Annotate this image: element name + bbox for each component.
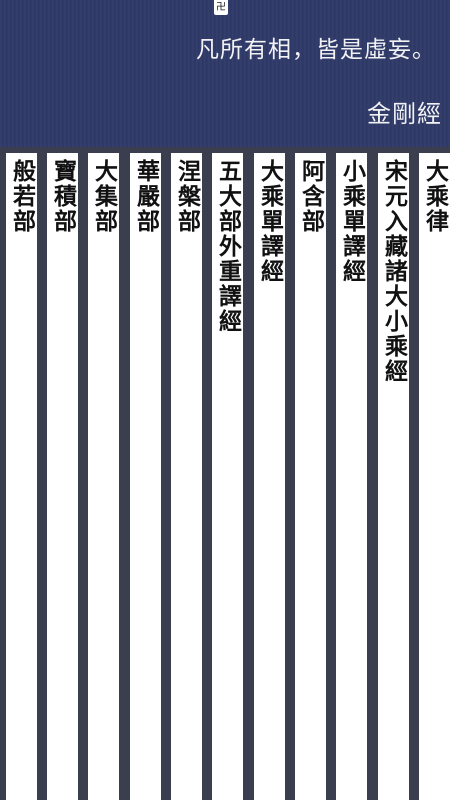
category-strip-daji[interactable]: 大集部: [88, 153, 119, 800]
category-label: 大乘律: [421, 159, 449, 234]
category-strip-wudabu[interactable]: 五大部外重譯經: [212, 153, 243, 800]
swastika-seal-icon: 卍: [214, 0, 228, 15]
category-strip-niepan[interactable]: 涅槃部: [171, 153, 202, 800]
category-strip-baoji[interactable]: 寶積部: [47, 153, 78, 800]
category-label: 涅槃部: [173, 159, 201, 234]
category-label: 阿含部: [297, 159, 325, 234]
category-label: 大集部: [90, 159, 118, 234]
quote-text: 凡所有相，皆是虛妄。: [196, 37, 436, 63]
category-strip-xiaocheng-danyi[interactable]: 小乘單譯經: [336, 153, 367, 800]
category-label: 五大部外重譯經: [214, 159, 242, 334]
category-strip-dacheng-lu[interactable]: 大乘律: [419, 153, 450, 800]
category-label: 宋元入藏諸大小乘經: [380, 159, 408, 384]
category-strip-huayan[interactable]: 華嚴部: [130, 153, 161, 800]
category-label: 小乘單譯經: [338, 159, 366, 284]
category-strip-dacheng-danyi[interactable]: 大乘單譯經: [254, 153, 285, 800]
category-label: 般若部: [8, 159, 36, 234]
quote-source: 金剛經: [367, 100, 442, 128]
category-strip-bore[interactable]: 般若部: [6, 153, 37, 800]
category-strip-song-yuan[interactable]: 宋元入藏諸大小乘經: [378, 153, 409, 800]
category-strip-ahan[interactable]: 阿含部: [295, 153, 326, 800]
header-banner: 卍 凡所有相，皆是虛妄。 金剛經: [0, 0, 450, 147]
category-label: 大乘單譯經: [256, 159, 284, 284]
category-label: 寶積部: [49, 159, 77, 234]
category-label: 華嚴部: [132, 159, 160, 234]
